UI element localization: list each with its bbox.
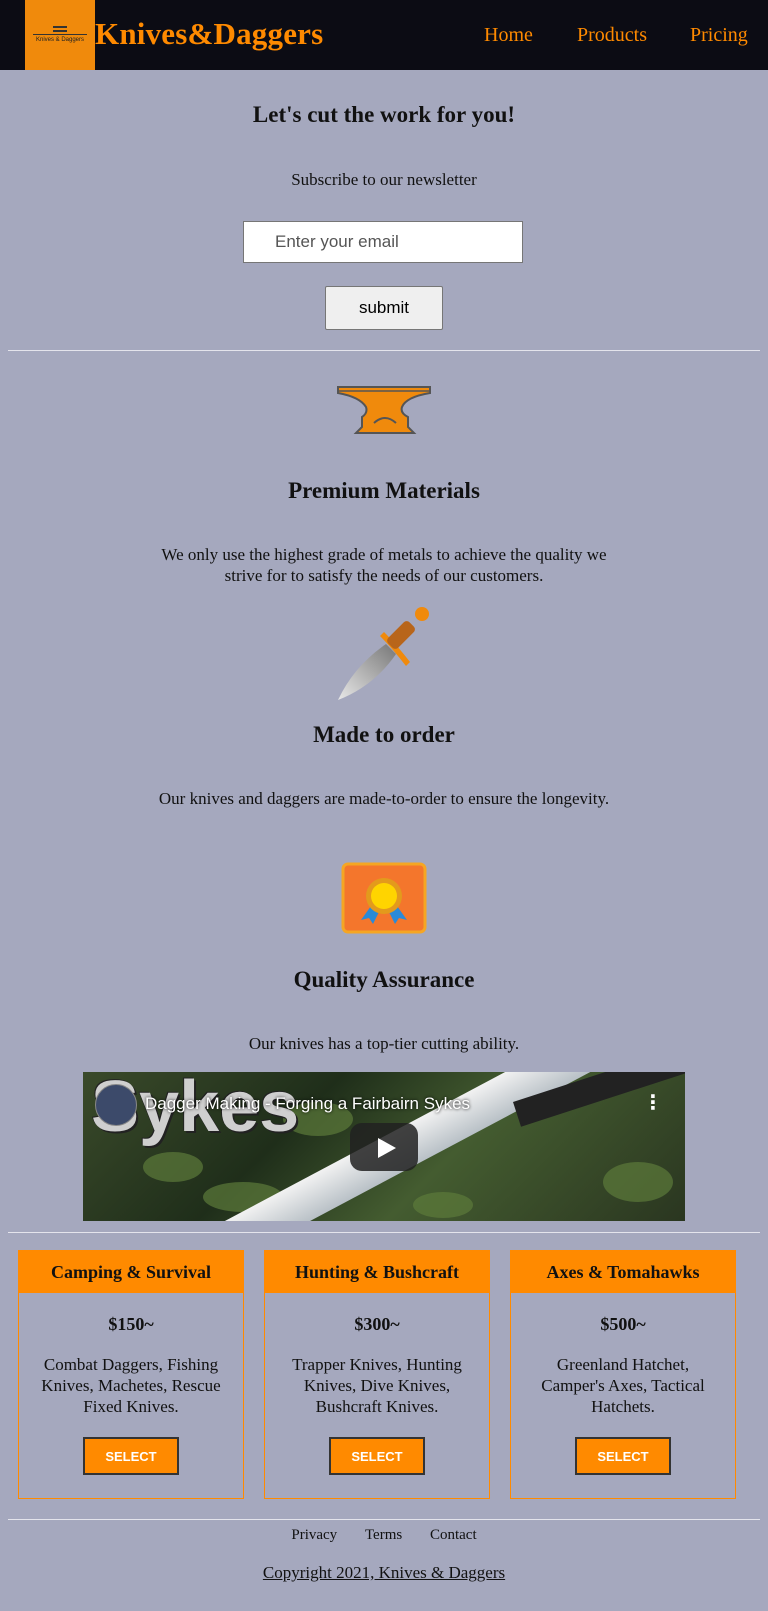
select-button[interactable]: SELECT <box>83 1437 179 1475</box>
pricing-card-price: $300~ <box>354 1314 400 1334</box>
email-input[interactable] <box>243 221 523 263</box>
logo[interactable]: Knives & Daggers <box>25 0 95 70</box>
select-button[interactable]: SELECT <box>575 1437 671 1475</box>
pricing-card-items: Combat Daggers, Fishing Knives, Machetes… <box>41 1355 221 1416</box>
pricing-card-price: $150~ <box>108 1314 154 1334</box>
award-badge-icon <box>341 862 427 934</box>
divider <box>8 350 760 351</box>
footer-link-privacy[interactable]: Privacy <box>291 1527 337 1543</box>
nav-home[interactable]: Home <box>484 24 533 47</box>
footer-links: Privacy Terms Contact <box>0 1527 768 1544</box>
pricing-card-items: Greenland Hatchet, Camper's Axes, Tactic… <box>541 1355 705 1416</box>
brand-name: Knives&Daggers <box>95 16 324 51</box>
pricing-card: Axes & Tomahawks $500~ Greenland Hatchet… <box>510 1250 736 1499</box>
submit-button[interactable]: submit <box>325 286 443 330</box>
pricing-card-items: Trapper Knives, Hunting Knives, Dive Kni… <box>292 1355 462 1416</box>
video-embed[interactable]: Sykes Dagger Making - Forging a Fairbair… <box>83 1072 685 1221</box>
logo-mark-icon <box>33 24 87 37</box>
feature-title: Premium Materials <box>288 478 480 503</box>
feature-title: Made to order <box>313 722 455 747</box>
divider <box>8 1232 760 1233</box>
nav-products[interactable]: Products <box>577 24 647 47</box>
dagger-icon <box>338 607 429 700</box>
feature-title: Quality Assurance <box>293 967 475 992</box>
pricing-card-price: $500~ <box>600 1314 646 1334</box>
copyright: Copyright 2021, Knives & Daggers <box>262 1563 506 1582</box>
site-header: Knives & Daggers Knives&Daggers Home Pro… <box>0 0 768 70</box>
divider <box>8 1519 760 1520</box>
logo-text: Knives & Daggers <box>35 37 85 43</box>
pricing-card: Hunting & Bushcraft $300~ Trapper Knives… <box>264 1250 490 1499</box>
nav-pricing[interactable]: Pricing <box>690 24 748 47</box>
feature-description: Our knives and daggers are made-to-order… <box>158 789 610 808</box>
anvil-icon <box>337 386 431 434</box>
footer-link-contact[interactable]: Contact <box>430 1527 477 1543</box>
pricing-card-title: Axes & Tomahawks <box>511 1251 735 1293</box>
pricing-card-title: Hunting & Bushcraft <box>265 1251 489 1293</box>
channel-avatar[interactable] <box>95 1084 137 1126</box>
feature-description: Our knives has a top-tier cutting abilit… <box>248 1034 520 1053</box>
newsletter-title: Let's cut the work for you! <box>252 102 516 127</box>
video-title[interactable]: Dagger Making - Forging a Fairbairn Syke… <box>145 1094 470 1114</box>
select-button[interactable]: SELECT <box>329 1437 425 1475</box>
feature-description: We only use the highest grade of metals … <box>161 545 607 585</box>
pricing-card: Camping & Survival $150~ Combat Daggers,… <box>18 1250 244 1499</box>
footer-link-terms[interactable]: Terms <box>365 1527 402 1543</box>
newsletter-subtitle: Subscribe to our newsletter <box>291 170 477 189</box>
play-button-icon[interactable] <box>350 1123 418 1171</box>
more-options-icon[interactable]: ⋮ <box>643 1092 663 1112</box>
pricing-card-title: Camping & Survival <box>19 1251 243 1293</box>
